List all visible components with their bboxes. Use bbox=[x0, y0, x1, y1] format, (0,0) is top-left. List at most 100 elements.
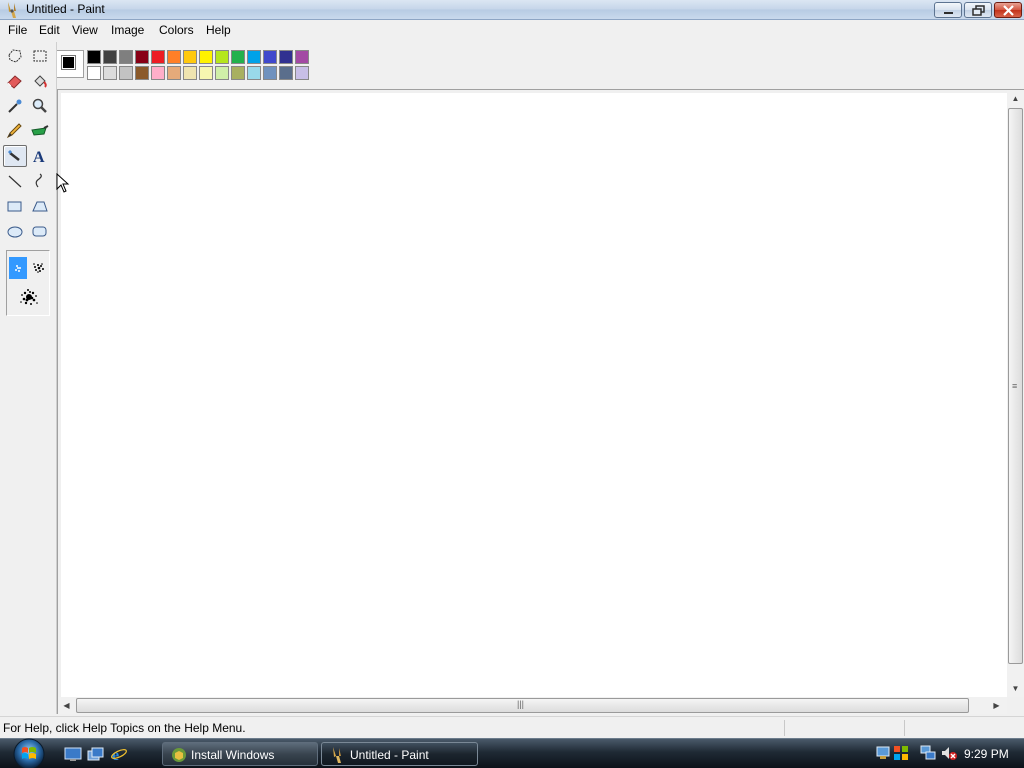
scroll-right-icon[interactable]: ▶ bbox=[989, 698, 1004, 713]
tool-airbrush[interactable] bbox=[3, 145, 27, 167]
palette-swatch[interactable] bbox=[87, 66, 101, 80]
minimize-icon bbox=[944, 12, 953, 14]
palette-swatch[interactable] bbox=[199, 66, 213, 80]
scroll-up-icon[interactable]: ▲ bbox=[1008, 91, 1023, 106]
tool-eraser[interactable] bbox=[3, 70, 27, 92]
restore-button[interactable] bbox=[964, 2, 992, 18]
scroll-left-icon[interactable]: ◀ bbox=[59, 698, 74, 713]
tool-free-form-select[interactable] bbox=[3, 45, 27, 67]
tool-magnifier[interactable] bbox=[28, 95, 52, 117]
palette-swatch[interactable] bbox=[151, 66, 165, 80]
tool-polygon[interactable] bbox=[28, 195, 52, 217]
palette-swatch[interactable] bbox=[295, 50, 309, 64]
menu-image[interactable]: Image bbox=[111, 23, 144, 37]
horizontal-scrollbar[interactable]: ◀ ||| ▶ bbox=[58, 697, 1007, 714]
status-bar: For Help, click Help Topics on the Help … bbox=[0, 716, 1024, 738]
restore-icon bbox=[972, 5, 985, 16]
tool-brush[interactable] bbox=[28, 120, 52, 142]
eraser-icon bbox=[7, 75, 22, 89]
status-separator bbox=[904, 720, 905, 736]
fill-bucket-icon bbox=[34, 75, 47, 88]
palette-swatch[interactable] bbox=[167, 66, 181, 80]
palette-swatch[interactable] bbox=[231, 50, 245, 64]
system-tray: 9:29 PM bbox=[870, 739, 1024, 768]
foreground-color[interactable] bbox=[61, 55, 76, 70]
palette-swatch[interactable] bbox=[119, 66, 133, 80]
brush-icon bbox=[31, 125, 49, 136]
start-button[interactable] bbox=[8, 737, 50, 768]
canvas-area: ▲ ≡ ▼ ◀ ||| ▶ bbox=[57, 89, 1024, 714]
tool-line[interactable] bbox=[3, 170, 27, 192]
menu-colors[interactable]: Colors bbox=[159, 23, 194, 37]
grip-icon: ≡ bbox=[1012, 381, 1018, 391]
palette-swatch[interactable] bbox=[263, 50, 277, 64]
minimize-button[interactable] bbox=[934, 2, 962, 18]
window-title: Untitled - Paint bbox=[26, 2, 105, 16]
tool-rectangle[interactable] bbox=[3, 195, 27, 217]
palette-swatch[interactable] bbox=[247, 50, 261, 64]
switch-windows-icon[interactable] bbox=[87, 746, 105, 762]
palette-swatch[interactable] bbox=[183, 66, 197, 80]
menu-edit[interactable]: Edit bbox=[39, 23, 60, 37]
tool-select[interactable] bbox=[28, 45, 52, 67]
menu-help[interactable]: Help bbox=[206, 23, 231, 37]
palette-swatch[interactable] bbox=[119, 50, 133, 64]
airbrush-size-small[interactable] bbox=[9, 257, 27, 279]
tool-text[interactable]: A bbox=[28, 145, 52, 167]
close-button[interactable] bbox=[994, 2, 1022, 18]
palette-swatch[interactable] bbox=[279, 50, 293, 64]
menu-view[interactable]: View bbox=[72, 23, 98, 37]
tool-curve[interactable] bbox=[28, 170, 52, 192]
windows-update-icon[interactable] bbox=[893, 745, 909, 761]
palette-swatch[interactable] bbox=[215, 50, 229, 64]
taskbar-button-install-windows[interactable]: Install Windows bbox=[162, 742, 318, 766]
install-windows-icon bbox=[172, 748, 186, 762]
palette-swatch[interactable] bbox=[199, 50, 213, 64]
palette-swatch[interactable] bbox=[215, 66, 229, 80]
palette-swatch[interactable] bbox=[247, 66, 261, 80]
palette-swatch[interactable] bbox=[87, 50, 101, 64]
palette-swatch[interactable] bbox=[263, 66, 277, 80]
horizontal-scroll-thumb[interactable]: ||| bbox=[76, 698, 969, 713]
desktop-screen: Untitled - Paint File Edit View Image Co… bbox=[0, 0, 1024, 768]
scroll-down-icon[interactable]: ▼ bbox=[1008, 681, 1023, 696]
title-bar[interactable]: Untitled - Paint bbox=[0, 0, 1024, 20]
drawing-canvas[interactable] bbox=[61, 93, 1007, 697]
network-sharing-icon[interactable] bbox=[875, 745, 891, 761]
palette-swatch[interactable] bbox=[279, 66, 293, 80]
tool-ellipse[interactable] bbox=[3, 220, 27, 242]
curve-icon bbox=[35, 173, 42, 188]
volume-muted-icon[interactable] bbox=[940, 745, 958, 761]
tool-pick-color[interactable] bbox=[3, 95, 27, 117]
toolbox: A bbox=[0, 42, 57, 714]
tool-rounded-rectangle[interactable] bbox=[28, 220, 52, 242]
palette-swatch[interactable] bbox=[231, 66, 245, 80]
network-icon[interactable] bbox=[920, 745, 936, 761]
line-icon bbox=[8, 175, 22, 188]
palette-swatch[interactable] bbox=[135, 66, 149, 80]
clock[interactable]: 9:29 PM bbox=[964, 747, 1009, 761]
rounded-rectangle-icon bbox=[32, 226, 47, 237]
palette-swatch[interactable] bbox=[183, 50, 197, 64]
airbrush-size-medium[interactable] bbox=[29, 257, 49, 279]
palette-swatch[interactable] bbox=[135, 50, 149, 64]
palette-swatch[interactable] bbox=[151, 50, 165, 64]
internet-explorer-icon[interactable]: e bbox=[110, 746, 128, 762]
palette-swatch[interactable] bbox=[167, 50, 181, 64]
close-icon bbox=[1003, 5, 1014, 16]
paint-app-icon bbox=[8, 2, 16, 18]
palette-swatch[interactable] bbox=[103, 66, 117, 80]
show-desktop-icon[interactable] bbox=[64, 746, 82, 762]
vertical-scrollbar[interactable]: ▲ ≡ ▼ bbox=[1007, 90, 1024, 697]
current-colors[interactable] bbox=[56, 50, 84, 78]
menu-file[interactable]: File bbox=[8, 23, 27, 37]
palette-swatch[interactable] bbox=[295, 66, 309, 80]
taskbar-button-paint[interactable]: Untitled - Paint bbox=[321, 742, 478, 766]
polygon-icon bbox=[32, 201, 48, 212]
vertical-scroll-thumb[interactable]: ≡ bbox=[1008, 108, 1023, 664]
palette-swatch[interactable] bbox=[103, 50, 117, 64]
status-separator bbox=[784, 720, 785, 736]
airbrush-size-large[interactable] bbox=[15, 283, 43, 313]
tool-pencil[interactable] bbox=[3, 120, 27, 142]
tool-fill[interactable] bbox=[28, 70, 52, 92]
